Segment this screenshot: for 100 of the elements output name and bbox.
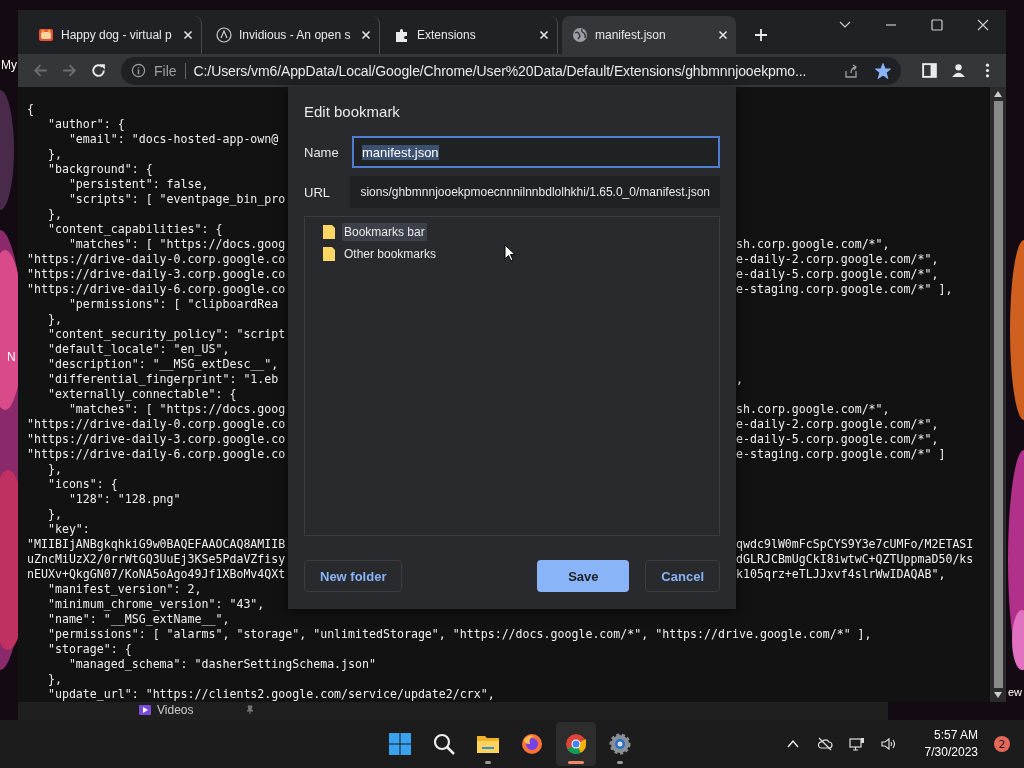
mouse-cursor-icon xyxy=(504,244,516,262)
code-line: e-staging.corp.google.com/*" ] xyxy=(736,447,946,462)
close-tab-icon[interactable] xyxy=(183,30,193,41)
code-line: "persistent": false, xyxy=(67,177,209,192)
folder-item[interactable]: Other bookmarks xyxy=(342,245,439,263)
url-field[interactable]: sions/ghbmnnjooekpmoecnnnilnnbdlolhkhi/1.65.0_0/manifest.json xyxy=(350,176,720,208)
code-line: e-staging.corp.google.com/*" ], xyxy=(736,282,953,297)
code-line: }, xyxy=(46,507,62,522)
code-line: sh.corp.google.com/*", xyxy=(736,402,890,417)
code-line: "icons": { xyxy=(46,477,118,492)
chrome-icon[interactable] xyxy=(564,732,588,756)
desktop-label: My xyxy=(1,58,17,72)
code-line: k105qrz+eTLJJxvf4slrWwIDAQAB", xyxy=(736,567,946,582)
close-tab-icon[interactable] xyxy=(539,30,549,41)
share-icon[interactable] xyxy=(843,62,859,79)
close-icon[interactable] xyxy=(976,18,990,32)
scrollbar[interactable] xyxy=(990,87,1006,702)
code-line: "matches": [ "https://docs.goog xyxy=(67,237,287,252)
dog-favicon-icon xyxy=(38,27,54,44)
browser-tab[interactable]: manifest.json xyxy=(562,16,736,55)
code-line: "https://drive-daily-0.corp.google.co xyxy=(27,252,287,267)
code-line: "permissions": [ "alarms", "storage", "unlimitedStorage", "https://docs.google.com/*", "https://drive.google.com/*" ], xyxy=(46,627,872,642)
code-line: "matches": [ "https://docs.goog xyxy=(67,402,287,417)
firefox-icon[interactable] xyxy=(520,732,544,756)
notification-badge[interactable]: 2 xyxy=(994,736,1010,752)
folder-icon xyxy=(323,247,335,261)
taskbar-button[interactable] xyxy=(556,722,596,766)
code-line: "differential_fingerprint": "1.eb xyxy=(46,372,280,387)
save-button[interactable]: Save xyxy=(537,560,630,592)
code-line: "128": "128.png" xyxy=(67,492,181,507)
code-line: "default_locale": "en_US", xyxy=(46,342,230,357)
search-icon[interactable] xyxy=(432,732,456,756)
info-icon[interactable] xyxy=(131,63,146,79)
gear-icon[interactable] xyxy=(608,732,632,756)
folder-item[interactable]: Bookmarks bar xyxy=(342,223,427,241)
code-line: "https://drive-daily-3.corp.google.co xyxy=(27,267,287,282)
name-field[interactable]: manifest.json xyxy=(352,136,720,168)
volume-icon[interactable] xyxy=(880,737,897,751)
code-line: "https://drive-daily-6.corp.google.co xyxy=(27,447,287,462)
code-line: { xyxy=(27,102,34,117)
dialog-title: Edit bookmark xyxy=(304,103,401,120)
folder-name: Videos xyxy=(157,703,194,717)
network-icon[interactable] xyxy=(848,737,865,751)
code-line: "description": "__MSG_extDesc__", xyxy=(46,357,279,372)
code-line: "key": xyxy=(46,522,90,537)
desktop-label: N xyxy=(7,350,16,364)
code-line: "externally_connectable": { xyxy=(46,387,237,402)
puzzle-icon xyxy=(394,27,410,44)
code-line: e-daily-2.corp.google.com/*", xyxy=(736,252,939,267)
code-line: e-daily-2.corp.google.com/*", xyxy=(736,417,939,432)
side-panel-icon[interactable] xyxy=(921,62,938,80)
cancel-button[interactable]: Cancel xyxy=(645,560,720,592)
date-text: 7/30/2023 xyxy=(924,744,978,761)
code-line: qwdc9lW0mFcSpCYS9Y3e7cUMFo/M2ETASI xyxy=(736,537,974,552)
code-line: "scripts": [ "eventpage_bin_pro xyxy=(67,192,286,207)
close-tab-icon[interactable] xyxy=(718,30,728,41)
scroll-thumb[interactable] xyxy=(993,101,1003,688)
code-line: }, xyxy=(46,312,62,327)
code-line: "storage": { xyxy=(46,642,132,657)
code-line: "email": "docs-hosted-app-own@ xyxy=(67,132,279,147)
close-tab-icon[interactable] xyxy=(361,30,371,41)
folder-icon xyxy=(323,225,335,239)
field-label: URL xyxy=(304,184,331,200)
code-line: "managed_schema": "dasherSettingSchema.json" xyxy=(67,657,376,672)
new-folder-button[interactable]: New folder xyxy=(304,560,403,592)
code-line: }, xyxy=(46,207,62,222)
code-line: "content_security_policy": "script xyxy=(46,327,286,342)
code-line: uZncMiUzX2/0rrWtGQ3UuEj3KSe5PdaVZfisy xyxy=(27,552,287,567)
code-line: e-daily-5.corp.google.com/*", xyxy=(736,432,939,447)
code-line: "update_url": "https://clients2.google.com/service/update2/crx", xyxy=(46,687,495,702)
new-tab-icon[interactable] xyxy=(754,28,768,43)
start-icon[interactable] xyxy=(388,732,412,756)
code-line: sh.corp.google.com/*", xyxy=(736,237,890,252)
cloud-off-icon[interactable] xyxy=(816,737,833,751)
code-line: , xyxy=(736,372,743,387)
code-line: "background": { xyxy=(46,162,153,177)
scroll-up-icon[interactable] xyxy=(994,91,1002,97)
maximize-icon[interactable] xyxy=(930,18,944,32)
code-line: e-daily-5.corp.google.com/*", xyxy=(736,267,939,282)
star-icon[interactable] xyxy=(875,62,891,79)
code-line: nEUXv+QkgGN07/KoNA5oAgo49Jf1XBoMv4QXt xyxy=(27,567,287,582)
address-bar[interactable]: File C:/Users/vm6/AppData/Local/Google/Chrome/User%20Data/Default/Extensions/ghbmnnjooekpmo... xyxy=(121,56,901,85)
profile-icon[interactable] xyxy=(950,62,967,80)
code-line: "https://drive-daily-0.corp.google.co xyxy=(27,417,287,432)
pin-icon xyxy=(245,705,256,715)
code-line: "https://drive-daily-6.corp.google.co xyxy=(27,282,287,297)
code-line: }, xyxy=(46,672,62,687)
reload-icon[interactable] xyxy=(90,62,107,80)
code-line: "MIIBIjANBgkqhkiG9w0BAQEFAAOCAQ8AMIIB xyxy=(27,537,287,552)
code-line: "author": { xyxy=(46,117,125,132)
globe-icon xyxy=(572,27,588,44)
code-line: }, xyxy=(46,462,62,477)
field-label: Name xyxy=(304,144,340,160)
code-line: "manifest_version": 2, xyxy=(46,582,202,597)
code-line: }, xyxy=(46,147,62,162)
clock[interactable]: 5:57 AM 7/30/2023 xyxy=(924,727,978,761)
scroll-down-icon[interactable] xyxy=(994,692,1002,698)
url-text: C:/Users/vm6/AppData/Local/Google/Chrome/User%20Data/Default/Extensions/ghbmnnjooekpmo... xyxy=(193,62,808,79)
code-line: "name": "__MSG_extName__", xyxy=(46,612,230,627)
scheme-label: File xyxy=(154,62,177,79)
